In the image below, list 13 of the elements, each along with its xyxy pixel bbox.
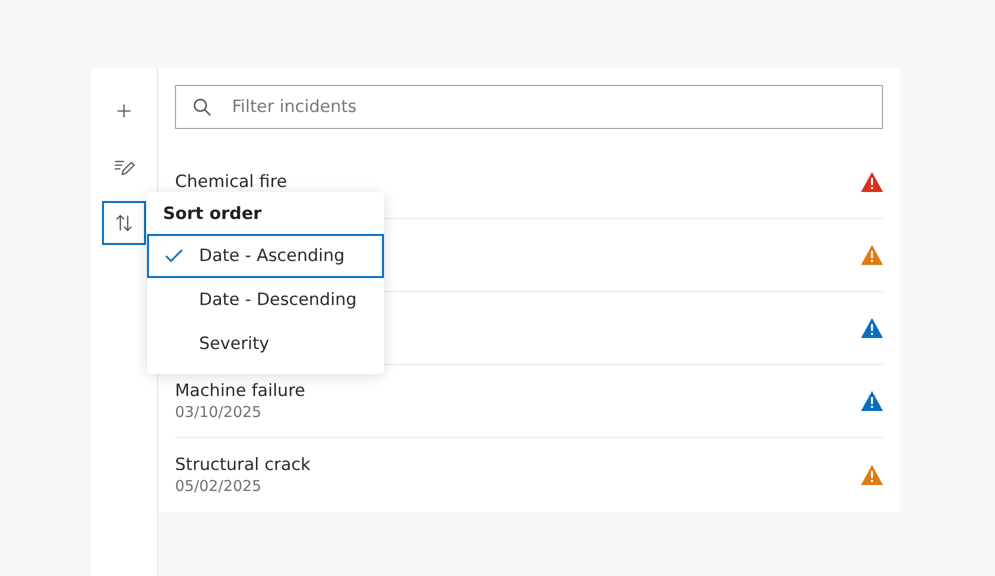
- menu-item[interactable]: Date - Descending: [147, 278, 384, 322]
- menu-item[interactable]: Date - Ascending: [147, 234, 384, 278]
- incident-title: Machine failure: [175, 381, 306, 401]
- search-field[interactable]: Filter incidents: [175, 85, 883, 129]
- check-icon: [165, 249, 183, 263]
- search-icon: [192, 97, 212, 117]
- menu-item[interactable]: Severity: [147, 322, 384, 366]
- incident-title: Structural crack: [175, 454, 310, 474]
- incident-date: 05/02/2025: [175, 476, 262, 494]
- menu-title: Sort order: [162, 204, 262, 226]
- incident-title: Chemical fire: [175, 172, 288, 192]
- sort-button[interactable]: [102, 201, 146, 245]
- incident-date: 03/10/2025: [175, 403, 262, 421]
